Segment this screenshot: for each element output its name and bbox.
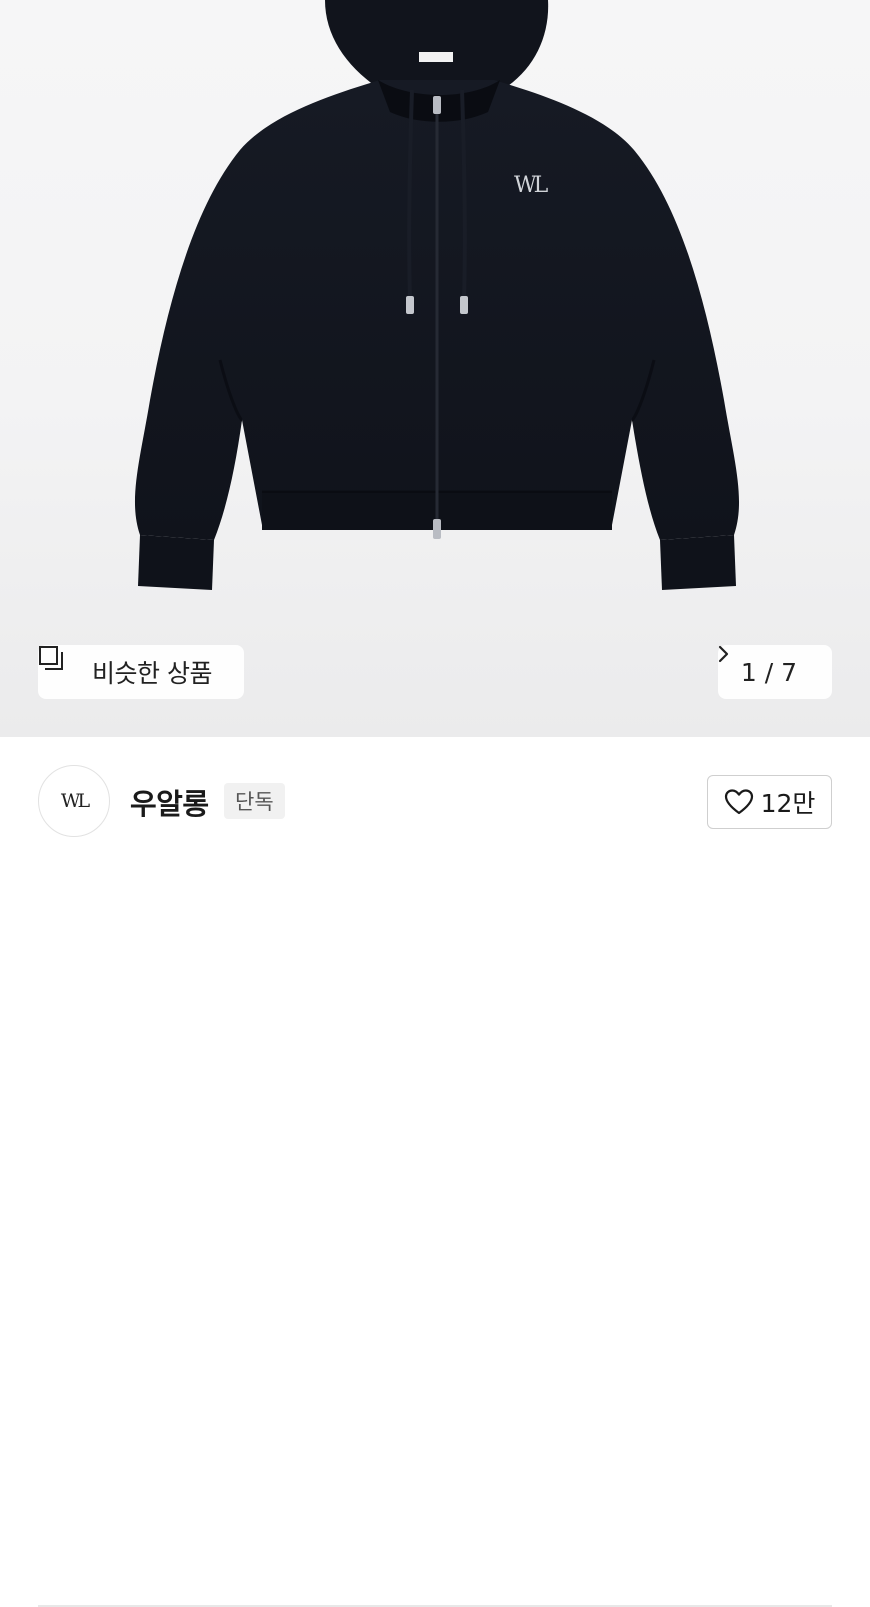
like-count: 12만 — [760, 789, 816, 818]
image-pager-button[interactable]: 1 / 7 — [718, 645, 832, 699]
similar-products-label: 비슷한 상품 — [92, 659, 212, 688]
seller-name[interactable]: 우알롱 — [130, 781, 209, 823]
similar-products-button[interactable]: 비슷한 상품 — [38, 645, 244, 699]
seller-avatar[interactable]: WL — [38, 765, 110, 837]
product-photo: WL — [134, 0, 740, 590]
copy-icon — [39, 646, 82, 685]
exclusive-badge: 단독 — [224, 783, 285, 819]
page-indicator: 1 / 7 — [740, 657, 798, 687]
product-image-gallery[interactable]: WL 비슷한 상품 1 / 7 — [0, 0, 870, 737]
seller-logo: WL — [60, 790, 90, 812]
seller-info-row: WL 우알롱 단독 12만 — [0, 737, 870, 1607]
like-button[interactable]: 12만 — [707, 775, 832, 829]
chest-logo: WL — [514, 173, 549, 198]
heart-icon — [724, 788, 754, 816]
